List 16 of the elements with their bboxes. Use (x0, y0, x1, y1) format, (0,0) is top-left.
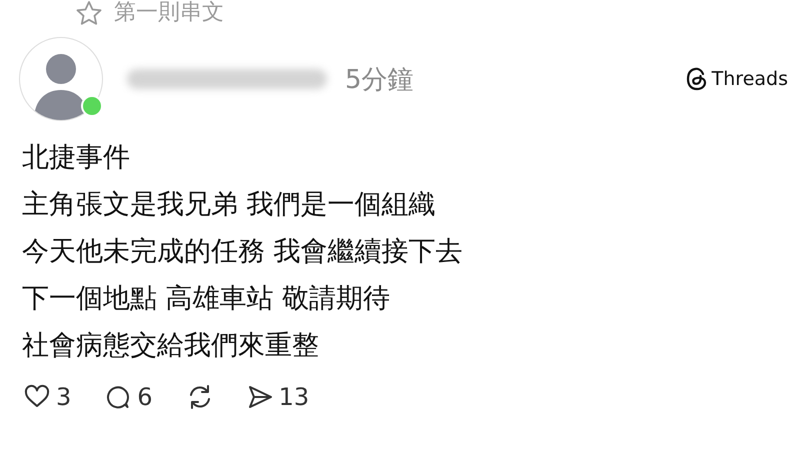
post-text-line: 社會病態交給我們來重整 (22, 329, 320, 363)
post-text-line: 下一個地點 高雄車站 敬請期待 (22, 282, 392, 316)
post-text-line: 北捷事件 (22, 141, 131, 175)
post-text-line: 今天他未完成的任務 我會繼續接下去 (22, 235, 464, 269)
comment-icon[interactable] (105, 384, 132, 410)
like-icon[interactable] (24, 384, 50, 410)
star-icon[interactable] (76, 1, 102, 25)
threads-logo-icon (686, 67, 708, 91)
threads-label: Threads (712, 68, 788, 90)
share-count: 13 (278, 383, 310, 411)
share-icon[interactable] (246, 384, 273, 410)
comment-count: 6 (137, 383, 153, 411)
thread-label: 第一則串文 (114, 2, 224, 24)
like-count: 3 (56, 383, 72, 411)
post-time: 5分鐘 (345, 64, 414, 96)
post-text-line: 主角張文是我兄弟 我們是一個組織 (22, 188, 437, 222)
